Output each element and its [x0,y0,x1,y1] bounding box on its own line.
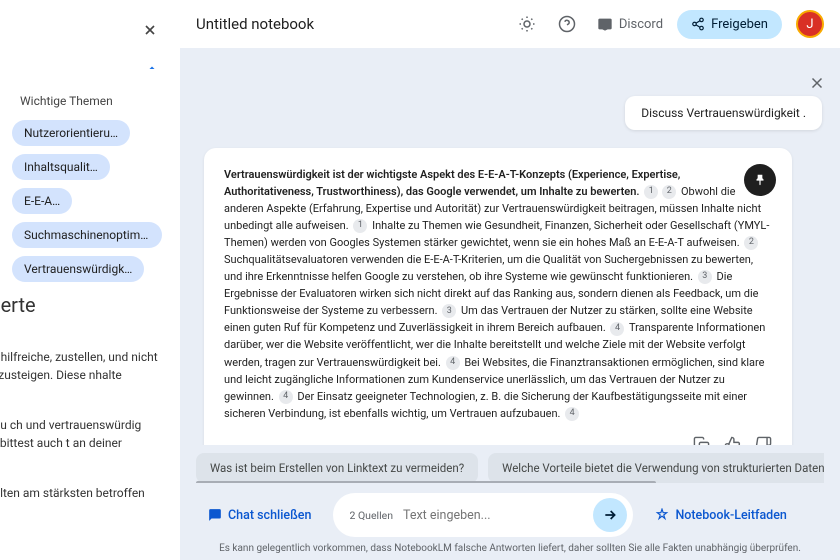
close-icon[interactable] [808,74,826,92]
suggestion-chip[interactable]: Was ist beim Erstellen von Linktext zu v… [196,453,478,483]
notebook-title[interactable]: Untitled notebook [196,15,503,33]
topic-chip[interactable]: Vertrauenswürdigk… [12,256,144,282]
theme-icon[interactable] [511,8,543,40]
discord-button[interactable]: Discord [591,12,669,36]
send-button[interactable] [593,498,627,532]
close-icon[interactable] [142,22,158,38]
suggestion-chip[interactable]: Welche Vorteile bietet die Verwendung vo… [488,453,824,483]
topic-chip[interactable]: Suchmaschinenoptimier… [12,222,162,248]
assistant-text: Vertrauenswürdigkeit ist der wichtigste … [224,166,772,422]
scrollbar[interactable] [196,481,656,483]
background-document: , nutzerorientierte sind darauf ausgeleg… [0,290,160,516]
chat-input-box[interactable]: 2 Quellen [333,493,633,537]
topic-chip[interactable]: E-E-A… [12,188,72,214]
disclaimer: Es kann gelegentlich vorkommen, dass Not… [196,543,824,554]
assistant-message: Vertrauenswürdigkeit ist der wichtigste … [204,148,792,471]
user-message: Discuss Vertrauenswürdigkeit . [625,96,822,130]
help-icon[interactable] [551,8,583,40]
avatar[interactable]: J [796,10,824,38]
sidebar-heading: Wichtige Themen [20,94,168,108]
sources-count[interactable]: 2 Quellen [349,509,393,522]
topic-chip[interactable]: Nutzerorientieru… [12,120,130,146]
topic-chip[interactable]: Inhaltsqualit… [12,154,110,180]
chevron-up-icon[interactable] [146,62,158,74]
notebook-guide-button[interactable]: Notebook-Leitfaden [643,500,798,531]
pin-button[interactable] [744,164,776,196]
share-button[interactable]: Freigeben [677,10,782,39]
chat-input[interactable] [403,508,593,523]
close-chat-button[interactable]: Chat schließen [196,500,323,531]
